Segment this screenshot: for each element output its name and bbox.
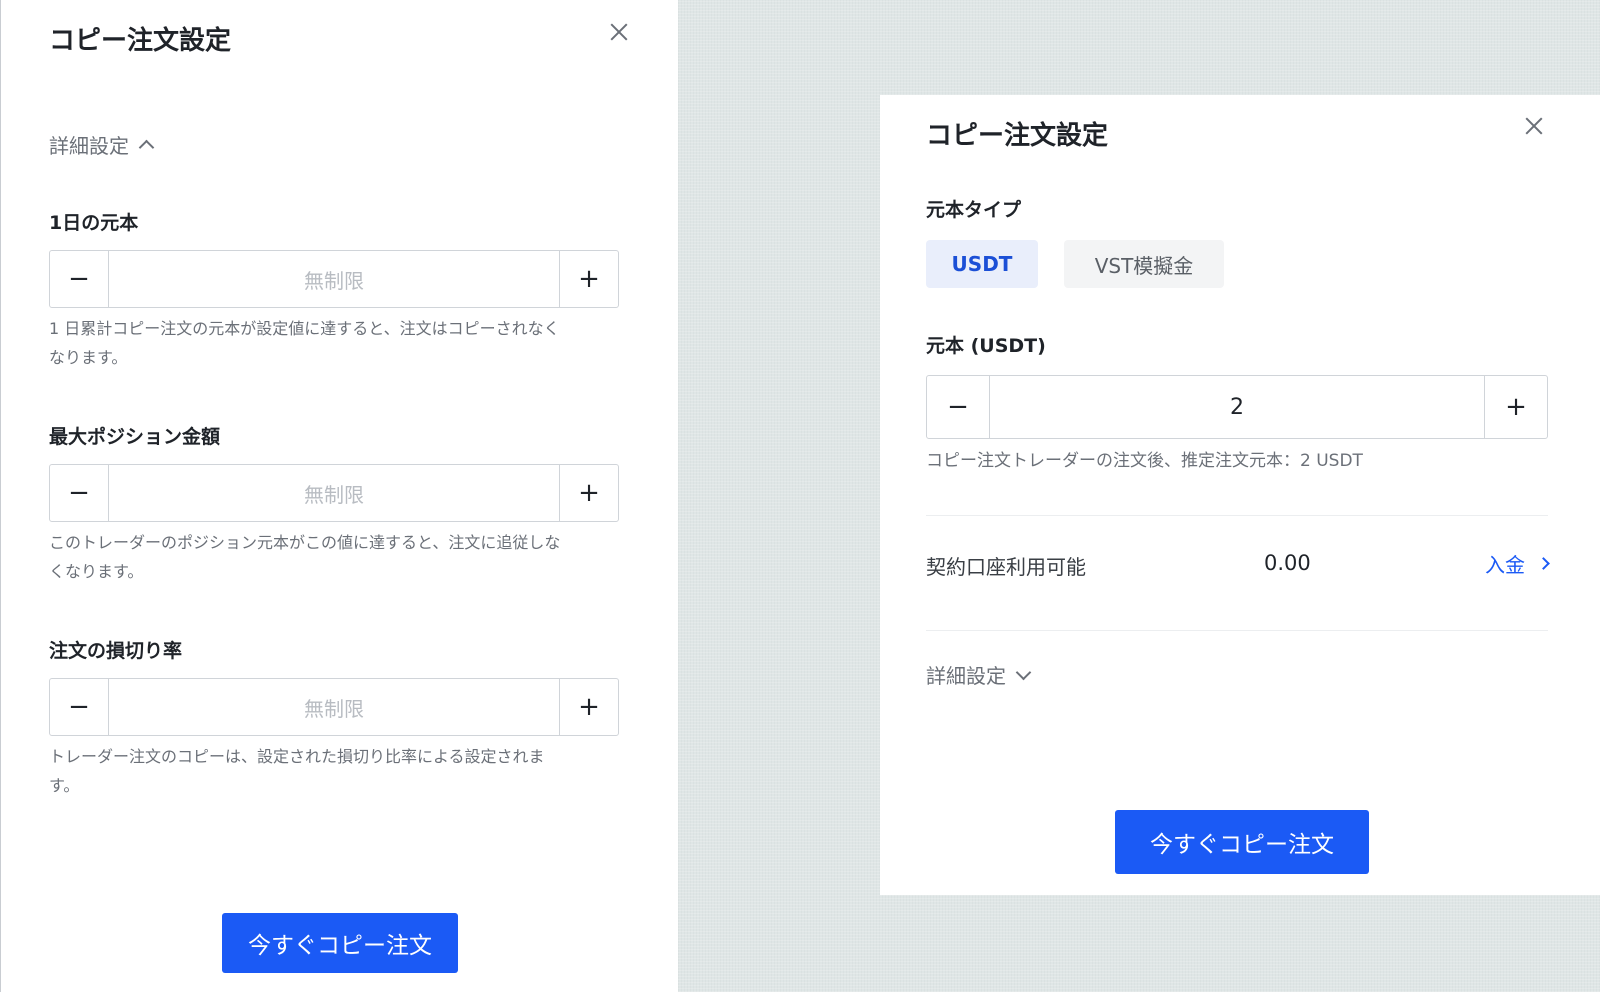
- stop-loss-rate-hint: トレーダー注文のコピーは、設定された損切り比率による設定されま す。: [49, 747, 545, 795]
- advanced-settings-label: 詳細設定: [926, 664, 1006, 688]
- plus-icon: +: [578, 692, 600, 722]
- panel-title: コピー注文設定: [49, 26, 232, 56]
- principal-label: 元本 (USDT): [926, 335, 1046, 357]
- copy-order-settings-panel-collapsed: コピー注文設定 元本タイプ USDT VST模擬金 元本 (USDT) − 2 …: [880, 95, 1600, 895]
- divider: [926, 515, 1548, 516]
- increment-button[interactable]: +: [559, 679, 618, 735]
- chevron-up-icon: [138, 139, 155, 156]
- advanced-settings-toggle[interactable]: 詳細設定: [926, 660, 1032, 689]
- panel-title: コピー注文設定: [926, 121, 1109, 151]
- minus-icon: −: [947, 392, 969, 422]
- increment-button[interactable]: +: [1484, 376, 1547, 438]
- copy-now-button[interactable]: 今すぐコピー注文: [1115, 810, 1369, 874]
- advanced-settings-label: 詳細設定: [49, 134, 129, 158]
- daily-principal-label: 1日の元本: [49, 212, 139, 234]
- divider: [926, 630, 1548, 631]
- type-option-vst[interactable]: VST模擬金: [1064, 240, 1224, 288]
- decrement-button[interactable]: −: [50, 465, 109, 521]
- stop-loss-rate-stepper: − 無制限 +: [49, 678, 619, 736]
- max-position-input[interactable]: 無制限: [109, 465, 559, 521]
- principal-hint: コピー注文トレーダーの注文後、推定注文元本：2 USDT: [926, 451, 1363, 471]
- deposit-link[interactable]: 入金: [1485, 549, 1550, 578]
- close-icon[interactable]: [607, 20, 631, 44]
- deposit-label: 入金: [1485, 553, 1525, 577]
- available-balance-row: 契約口座利用可能 0.00 入金: [926, 535, 1550, 595]
- close-icon[interactable]: [1522, 114, 1546, 138]
- max-position-stepper: − 無制限 +: [49, 464, 619, 522]
- stop-loss-rate-label: 注文の損切り率: [49, 640, 183, 662]
- chevron-down-icon: [1015, 664, 1032, 681]
- type-option-usdt[interactable]: USDT: [926, 240, 1038, 288]
- increment-button[interactable]: +: [559, 251, 618, 307]
- minus-icon: −: [68, 692, 90, 722]
- advanced-settings-toggle[interactable]: 詳細設定: [49, 130, 155, 159]
- available-balance-label: 契約口座利用可能: [926, 555, 1086, 579]
- daily-principal-stepper: − 無制限 +: [49, 250, 619, 308]
- increment-button[interactable]: +: [559, 465, 618, 521]
- max-position-label: 最大ポジション金額: [49, 426, 221, 448]
- plus-icon: +: [578, 264, 600, 294]
- plus-icon: +: [1505, 392, 1527, 422]
- max-position-hint: このトレーダーのポジション元本がこの値に達すると、注文に追従しな くなります。: [49, 533, 561, 581]
- principal-stepper: − 2 +: [926, 375, 1548, 439]
- minus-icon: −: [68, 264, 90, 294]
- decrement-button[interactable]: −: [50, 251, 109, 307]
- copy-now-button[interactable]: 今すぐコピー注文: [222, 913, 458, 973]
- decrement-button[interactable]: −: [50, 679, 109, 735]
- principal-input[interactable]: 2: [990, 376, 1484, 438]
- minus-icon: −: [68, 478, 90, 508]
- principal-type-label: 元本タイプ: [926, 199, 1022, 221]
- daily-principal-input[interactable]: 無制限: [109, 251, 559, 307]
- copy-order-settings-panel-expanded: コピー注文設定 詳細設定 1日の元本 − 無制限 + 1 日累計コピー注文の元本…: [0, 0, 678, 992]
- available-balance-value: 0.00: [1264, 551, 1311, 575]
- plus-icon: +: [578, 478, 600, 508]
- decrement-button[interactable]: −: [927, 376, 990, 438]
- daily-principal-hint: 1 日累計コピー注文の元本が設定値に達すると、注文はコピーされなく なります。: [49, 319, 560, 367]
- chevron-right-icon: [1537, 557, 1550, 570]
- stop-loss-rate-input[interactable]: 無制限: [109, 679, 559, 735]
